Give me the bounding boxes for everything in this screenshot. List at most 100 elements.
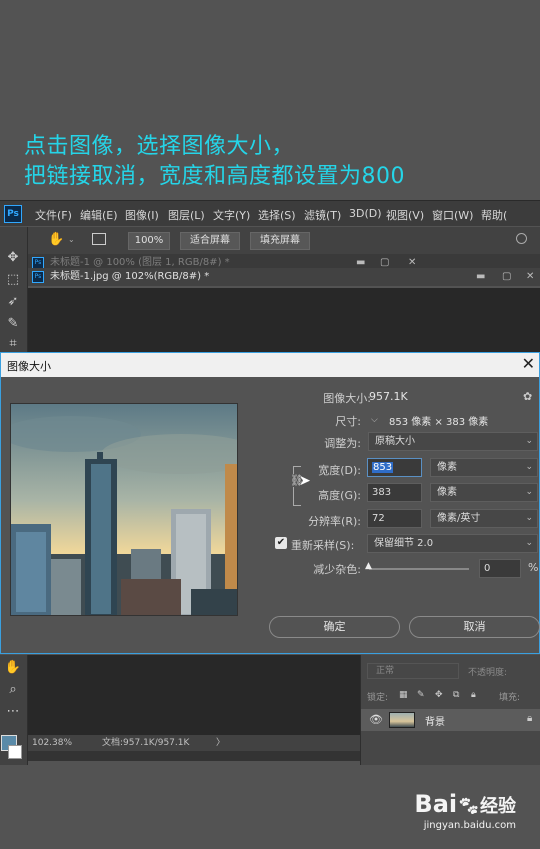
menu-file[interactable]: 文件(F) xyxy=(35,207,72,223)
chevron-down-icon: ⌄ xyxy=(525,538,533,548)
layer-row-background[interactable]: 👁︎ 背景 🔒︎ xyxy=(361,709,540,731)
resample-dropdown[interactable]: 保留细节 2.0 ⌄ xyxy=(367,534,538,553)
canvas-area xyxy=(28,288,540,352)
restore-icon[interactable]: ▢ xyxy=(502,268,511,285)
move-tool-icon[interactable]: ✥ xyxy=(4,249,22,267)
baidu-watermark: Bai🐾︎经验 jingyan.baidu.com xyxy=(414,790,516,831)
menu-filter[interactable]: 滤镜(T) xyxy=(304,207,341,223)
minimize-icon[interactable]: ▬ xyxy=(476,268,485,285)
photoshop-doc-icon: Ps xyxy=(32,271,44,283)
reduce-noise-value: 0 xyxy=(484,563,491,574)
resample-value: 保留细节 2.0 xyxy=(374,538,434,549)
gear-icon[interactable]: ✿ xyxy=(523,390,532,403)
image-size-dialog: 图像大小 ✕ 图像大小: 957.1K ✿ 尺寸: ⌵ 853 像素 × 383… xyxy=(0,352,540,654)
resolution-input[interactable]: 72 xyxy=(367,509,422,528)
image-size-value: 957.1K xyxy=(369,390,408,403)
blend-mode-dropdown[interactable]: 正常 xyxy=(367,663,459,679)
lock-label: 锁定: xyxy=(367,693,389,703)
options-bar: ✋ ⌄ 100% 适合屏幕 填充屏幕 xyxy=(0,227,540,255)
lasso-tool-icon[interactable]: ➶ xyxy=(4,293,22,311)
image-preview[interactable] xyxy=(10,403,238,616)
quick-select-tool-icon[interactable]: ✎ xyxy=(4,315,22,333)
menu-image[interactable]: 图像(I) xyxy=(125,207,159,223)
watermark-url: jingyan.baidu.com xyxy=(423,820,516,831)
height-input[interactable]: 383 xyxy=(367,483,422,502)
resample-checkbox[interactable]: ✔ xyxy=(275,537,287,549)
chevron-down-icon: ⌄ xyxy=(525,487,533,497)
lock-brush-icon[interactable]: ✎ xyxy=(417,690,425,700)
opacity-label: 不透明度: xyxy=(468,668,508,678)
width-input[interactable]: 853 xyxy=(367,458,422,477)
lock-all-icon[interactable]: 🔒︎ xyxy=(471,690,476,700)
height-label: 高度(G): xyxy=(318,489,361,502)
close-icon[interactable]: ✕ xyxy=(526,268,534,285)
background-color-swatch[interactable] xyxy=(8,745,22,759)
caption-line-1: 点击图像，选择图像大小， xyxy=(24,134,295,159)
height-unit-dropdown[interactable]: 像素 ⌄ xyxy=(430,483,538,502)
tools-panel: ✥ ⬚ ➶ ✎ ⌗ xyxy=(0,227,28,357)
scroll-all-windows-icon[interactable] xyxy=(92,233,106,245)
marquee-tool-icon[interactable]: ⬚ xyxy=(4,271,22,289)
lock-move-icon[interactable]: ✥ xyxy=(435,690,443,700)
layer-name: 背景 xyxy=(425,717,445,728)
tab-untitled-1-jpg[interactable]: Ps 未标题-1.jpg @ 102%(RGB/8#) * ▬ ▢ ✕ xyxy=(28,268,540,286)
dimensions-value: 853 像素 × 383 像素 xyxy=(389,417,489,428)
cancel-button[interactable]: 取消 xyxy=(409,616,540,638)
crop-tool-icon[interactable]: ⌗ xyxy=(4,335,22,353)
menu-bar: Ps 文件(F) 编辑(E) 图像(I) 图层(L) 文字(Y) 选择(S) 滤… xyxy=(0,200,540,226)
reduce-noise-unit: % xyxy=(528,561,539,574)
reduce-noise-slider[interactable] xyxy=(369,568,469,570)
hand-tool-icon[interactable]: ✋ xyxy=(48,232,64,247)
chevron-down-icon[interactable]: ⌵ xyxy=(371,415,378,425)
menu-select[interactable]: 选择(S) xyxy=(258,207,296,223)
layer-thumbnail xyxy=(389,712,415,728)
more-tools-icon[interactable]: ⋯ xyxy=(4,703,22,721)
ok-button[interactable]: 确定 xyxy=(269,616,400,638)
menu-window[interactable]: 窗口(W) xyxy=(432,207,473,223)
watermark-brand-2: 经验 xyxy=(480,796,516,817)
status-bar: 102.38% 文档:957.1K/957.1K 〉 xyxy=(28,735,360,751)
eye-icon[interactable]: 👁︎ xyxy=(369,713,383,726)
tools-panel-bottom: ✋ ⌕ ⋯ xyxy=(0,655,28,765)
fill-screen-button[interactable]: 填充屏幕 xyxy=(250,232,310,250)
resample-label: 重新采样(S): xyxy=(291,539,355,552)
fill-label: 填充: xyxy=(499,693,521,703)
tab-title: 未标题-1.jpg @ 102%(RGB/8#) * xyxy=(50,271,210,282)
chevron-down-icon: ⌄ xyxy=(525,462,533,472)
lock-icon: 🔒︎ xyxy=(527,713,533,724)
width-unit: 像素 xyxy=(437,462,457,473)
horizontal-scrollbar[interactable] xyxy=(28,751,360,761)
reduce-noise-input[interactable]: 0 xyxy=(479,559,521,578)
chevron-down-icon[interactable]: ⌄ xyxy=(68,235,75,244)
status-doc-size: 文档:957.1K/957.1K xyxy=(102,738,190,748)
resolution-unit: 像素/英寸 xyxy=(437,513,481,524)
resolution-unit-dropdown[interactable]: 像素/英寸 ⌄ xyxy=(430,509,538,528)
chevron-down-icon: ⌄ xyxy=(525,513,533,523)
menu-type[interactable]: 文字(Y) xyxy=(213,207,250,223)
chevron-right-icon[interactable]: 〉 xyxy=(216,735,225,751)
zoom-100-button[interactable]: 100% xyxy=(128,232,170,250)
close-icon[interactable]: ✕ xyxy=(522,354,535,373)
width-value: 853 xyxy=(372,462,394,473)
width-unit-dropdown[interactable]: 像素 ⌄ xyxy=(430,458,538,477)
caption-line-2: 把链接取消，宽度和高度都设置为800 xyxy=(24,164,405,189)
lock-artboard-icon[interactable]: ⧉ xyxy=(453,690,459,700)
menu-view[interactable]: 视图(V) xyxy=(386,207,424,223)
reduce-noise-label: 减少杂色: xyxy=(313,563,361,576)
menu-layer[interactable]: 图层(L) xyxy=(168,207,205,223)
resolution-value: 72 xyxy=(372,513,385,524)
resolution-label: 分辨率(R): xyxy=(308,515,361,528)
menu-3d[interactable]: 3D(D) xyxy=(349,207,382,220)
search-icon[interactable] xyxy=(516,233,527,244)
zoom-tool-icon[interactable]: ⌕ xyxy=(4,681,22,699)
fit-to-value: 原稿大小 xyxy=(375,436,415,447)
chevron-down-icon: ⌄ xyxy=(525,436,533,446)
fit-to-dropdown[interactable]: 原稿大小 ⌄ xyxy=(368,432,538,451)
lock-transparent-icon[interactable]: ▦ xyxy=(399,690,408,700)
watermark-brand: Bai xyxy=(414,790,458,818)
menu-edit[interactable]: 编辑(E) xyxy=(80,207,118,223)
hand-tool-icon[interactable]: ✋ xyxy=(4,659,22,677)
fit-screen-button[interactable]: 适合屏幕 xyxy=(180,232,240,250)
slider-handle-icon[interactable]: ▲ xyxy=(365,561,372,571)
menu-help[interactable]: 帮助( xyxy=(481,207,507,223)
